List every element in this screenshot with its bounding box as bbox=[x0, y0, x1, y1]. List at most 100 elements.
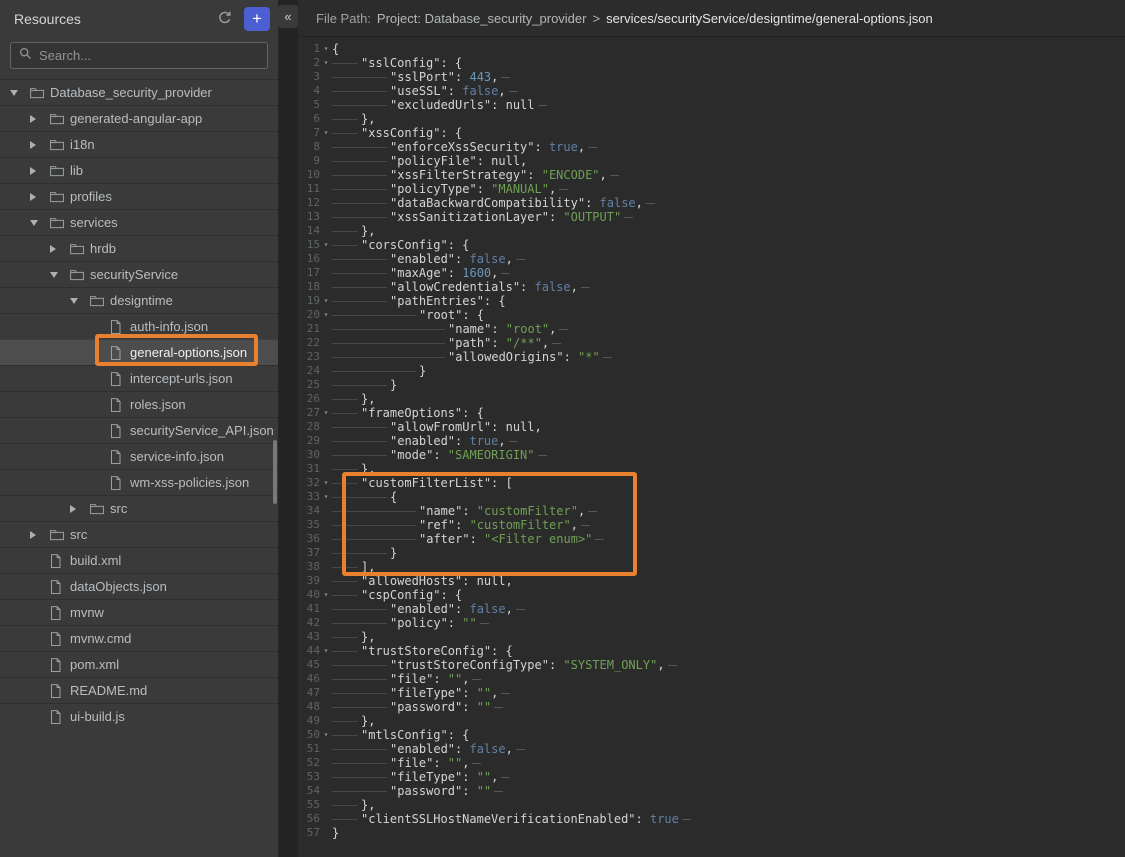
fold-arrow-icon[interactable]: ▾ bbox=[320, 42, 332, 56]
code-line[interactable]: 4"useSSL": false, bbox=[300, 84, 1125, 98]
code-line[interactable]: 20▾"root": { bbox=[300, 308, 1125, 322]
tree-item-src[interactable]: src bbox=[0, 521, 278, 547]
fold-arrow-icon[interactable]: ▾ bbox=[320, 490, 332, 504]
fold-arrow-icon[interactable]: ▾ bbox=[320, 238, 332, 252]
tree-item-general-options.json[interactable]: general-options.json bbox=[0, 339, 278, 365]
code-line[interactable]: 9"policyFile": null, bbox=[300, 154, 1125, 168]
code-line[interactable]: 54"password": "" bbox=[300, 784, 1125, 798]
code-line[interactable]: 6}, bbox=[300, 112, 1125, 126]
code-line[interactable]: 14}, bbox=[300, 224, 1125, 238]
tree-item-ui-build.js[interactable]: ui-build.js bbox=[0, 703, 278, 729]
code-line[interactable]: 49}, bbox=[300, 714, 1125, 728]
tree-item-i18n[interactable]: i18n bbox=[0, 131, 278, 157]
code-line[interactable]: 32▾"customFilterList": [ bbox=[300, 476, 1125, 490]
code-line[interactable]: 19▾"pathEntries": { bbox=[300, 294, 1125, 308]
chevron-right-icon[interactable] bbox=[50, 245, 56, 253]
fold-arrow-icon[interactable]: ▾ bbox=[320, 588, 332, 602]
code-line[interactable]: 1▾{ bbox=[300, 42, 1125, 56]
code-line[interactable]: 28"allowFromUrl": null, bbox=[300, 420, 1125, 434]
tree-item-build.xml[interactable]: build.xml bbox=[0, 547, 278, 573]
code-line[interactable]: 2▾"sslConfig": { bbox=[300, 56, 1125, 70]
code-line[interactable]: 5"excludedUrls": null bbox=[300, 98, 1125, 112]
code-line[interactable]: 44▾"trustStoreConfig": { bbox=[300, 644, 1125, 658]
tree-item-lib[interactable]: lib bbox=[0, 157, 278, 183]
code-line[interactable]: 43}, bbox=[300, 630, 1125, 644]
add-button[interactable]: + bbox=[244, 7, 270, 31]
code-line[interactable]: 15▾"corsConfig": { bbox=[300, 238, 1125, 252]
chevron-right-icon[interactable] bbox=[30, 115, 36, 123]
tree-item-mvnw.cmd[interactable]: mvnw.cmd bbox=[0, 625, 278, 651]
chevron-down-icon[interactable] bbox=[70, 298, 78, 304]
tree-item-securityService[interactable]: securityService bbox=[0, 261, 278, 287]
fold-arrow-icon[interactable]: ▾ bbox=[320, 728, 332, 742]
code-line[interactable]: 42"policy": "" bbox=[300, 616, 1125, 630]
tree-item-Database_security_provider[interactable]: Database_security_provider bbox=[0, 79, 278, 105]
code-line[interactable]: 27▾"frameOptions": { bbox=[300, 406, 1125, 420]
fold-arrow-icon[interactable]: ▾ bbox=[320, 56, 332, 70]
code-line[interactable]: 41"enabled": false, bbox=[300, 602, 1125, 616]
code-line[interactable]: 24} bbox=[300, 364, 1125, 378]
fold-arrow-icon[interactable]: ▾ bbox=[320, 476, 332, 490]
chevron-right-icon[interactable] bbox=[70, 505, 76, 513]
code-line[interactable]: 36"after": "<Filter enum>" bbox=[300, 532, 1125, 546]
tree-item-hrdb[interactable]: hrdb bbox=[0, 235, 278, 261]
chevron-right-icon[interactable] bbox=[30, 531, 36, 539]
code-line[interactable]: 10"xssFilterStrategy": "ENCODE", bbox=[300, 168, 1125, 182]
code-line[interactable]: 31}, bbox=[300, 462, 1125, 476]
chevron-right-icon[interactable] bbox=[30, 167, 36, 175]
fold-arrow-icon[interactable]: ▾ bbox=[320, 644, 332, 658]
code-line[interactable]: 12"dataBackwardCompatibility": false, bbox=[300, 196, 1125, 210]
search-input[interactable] bbox=[39, 48, 259, 63]
code-line[interactable]: 33▾{ bbox=[300, 490, 1125, 504]
code-line[interactable]: 55}, bbox=[300, 798, 1125, 812]
chevron-down-icon[interactable] bbox=[50, 272, 58, 278]
fold-arrow-icon[interactable]: ▾ bbox=[320, 126, 332, 140]
tree-item-service-info.json[interactable]: service-info.json bbox=[0, 443, 278, 469]
code-line[interactable]: 35"ref": "customFilter", bbox=[300, 518, 1125, 532]
code-line[interactable]: 25} bbox=[300, 378, 1125, 392]
tree-item-README.md[interactable]: README.md bbox=[0, 677, 278, 703]
code-line[interactable]: 22"path": "/**", bbox=[300, 336, 1125, 350]
refresh-button[interactable] bbox=[214, 8, 236, 30]
code-line[interactable]: 53"fileType": "", bbox=[300, 770, 1125, 784]
code-line[interactable]: 16"enabled": false, bbox=[300, 252, 1125, 266]
code-line[interactable]: 34"name": "customFilter", bbox=[300, 504, 1125, 518]
collapse-panel-button[interactable]: « bbox=[278, 5, 298, 28]
tree-item-wm-xss-policies.json[interactable]: wm-xss-policies.json bbox=[0, 469, 278, 495]
tree-item-mvnw[interactable]: mvnw bbox=[0, 599, 278, 625]
tree-item-roles.json[interactable]: roles.json bbox=[0, 391, 278, 417]
code-line[interactable]: 56"clientSSLHostNameVerificationEnabled"… bbox=[300, 812, 1125, 826]
tree-item-profiles[interactable]: profiles bbox=[0, 183, 278, 209]
fold-arrow-icon[interactable]: ▾ bbox=[320, 406, 332, 420]
code-line[interactable]: 17"maxAge": 1600, bbox=[300, 266, 1125, 280]
tree-item-generated-angular-app[interactable]: generated-angular-app bbox=[0, 105, 278, 131]
tree-item-intercept-urls.json[interactable]: intercept-urls.json bbox=[0, 365, 278, 391]
code-line[interactable]: 50▾"mtlsConfig": { bbox=[300, 728, 1125, 742]
code-line[interactable]: 47"fileType": "", bbox=[300, 686, 1125, 700]
code-line[interactable]: 29"enabled": true, bbox=[300, 434, 1125, 448]
chevron-down-icon[interactable] bbox=[10, 90, 18, 96]
tree-item-securityService_API.json[interactable]: securityService_API.json bbox=[0, 417, 278, 443]
code-line[interactable]: 45"trustStoreConfigType": "SYSTEM_ONLY", bbox=[300, 658, 1125, 672]
code-line[interactable]: 37} bbox=[300, 546, 1125, 560]
code-line[interactable]: 11"policyType": "MANUAL", bbox=[300, 182, 1125, 196]
code-line[interactable]: 8"enforceXssSecurity": true, bbox=[300, 140, 1125, 154]
tree-item-designtime[interactable]: designtime bbox=[0, 287, 278, 313]
code-line[interactable]: 51"enabled": false, bbox=[300, 742, 1125, 756]
code-line[interactable]: 7▾"xssConfig": { bbox=[300, 126, 1125, 140]
chevron-right-icon[interactable] bbox=[30, 193, 36, 201]
code-line[interactable]: 46"file": "", bbox=[300, 672, 1125, 686]
code-line[interactable]: 26}, bbox=[300, 392, 1125, 406]
tree-item-auth-info.json[interactable]: auth-info.json bbox=[0, 313, 278, 339]
chevron-right-icon[interactable] bbox=[30, 141, 36, 149]
code-line[interactable]: 48"password": "" bbox=[300, 700, 1125, 714]
code-line[interactable]: 38], bbox=[300, 560, 1125, 574]
code-editor[interactable]: 1▾{2▾"sslConfig": {3"sslPort": 443,4"use… bbox=[298, 37, 1125, 840]
code-line[interactable]: 18"allowCredentials": false, bbox=[300, 280, 1125, 294]
tree-item-services[interactable]: services bbox=[0, 209, 278, 235]
code-line[interactable]: 40▾"cspConfig": { bbox=[300, 588, 1125, 602]
chevron-down-icon[interactable] bbox=[30, 220, 38, 226]
code-line[interactable]: 21"name": "root", bbox=[300, 322, 1125, 336]
tree-item-src[interactable]: src bbox=[0, 495, 278, 521]
code-line[interactable]: 30"mode": "SAMEORIGIN" bbox=[300, 448, 1125, 462]
